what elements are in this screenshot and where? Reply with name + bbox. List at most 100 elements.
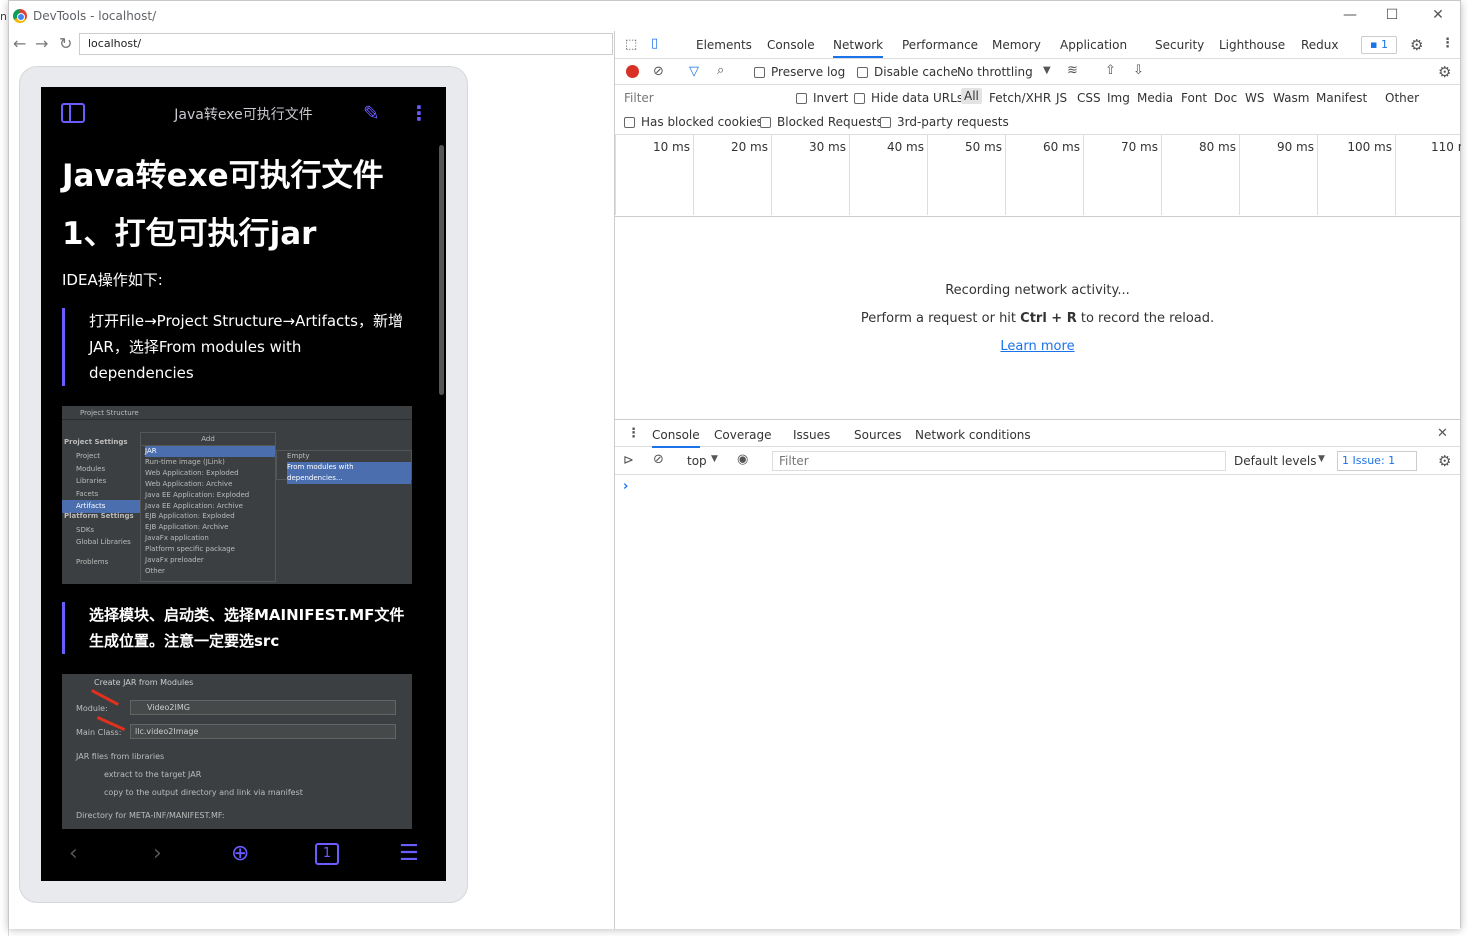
drawer-tab-coverage[interactable]: Coverage — [714, 428, 772, 442]
forward-icon[interactable]: → — [35, 34, 48, 53]
shot1-menu-item: JAR — [145, 446, 275, 457]
type-filter-other[interactable]: Other — [1385, 91, 1419, 105]
timeline-tick: 10 ms — [615, 135, 693, 215]
preserve-log-checkbox[interactable] — [754, 67, 765, 78]
type-filter-ws[interactable]: WS — [1245, 91, 1264, 105]
console-settings-icon[interactable]: ⚙ — [1438, 452, 1451, 470]
menu-icon[interactable]: ☰ — [399, 841, 419, 866]
title-bar: DevTools - localhost/ — ☐ ✕ — [9, 1, 1460, 31]
console-issues-button[interactable]: 1 Issue: 1 — [1337, 451, 1417, 471]
blocked-requests-checkbox[interactable] — [760, 117, 771, 128]
record-icon[interactable] — [626, 65, 639, 78]
chevron-down-icon[interactable]: ▼ — [1043, 65, 1051, 76]
shot1-menu-item: Other — [145, 566, 165, 575]
third-party-checkbox[interactable] — [880, 117, 891, 128]
add-tab-icon[interactable]: ⊕ — [231, 841, 249, 866]
window-title: DevTools - localhost/ — [33, 9, 157, 23]
blocked-cookies-label: Has blocked cookies — [641, 115, 763, 129]
throttling-select[interactable]: No throttling — [957, 65, 1033, 79]
type-filter-img[interactable]: Img — [1107, 91, 1130, 105]
tab-count-button[interactable]: 1 — [315, 843, 339, 865]
drawer-tab-console[interactable]: Console — [652, 428, 700, 448]
filter-icon[interactable]: ▽ — [689, 64, 699, 79]
type-filter-all[interactable]: All — [961, 88, 982, 104]
timeline-tick-label: 60 ms — [1042, 140, 1080, 154]
chevron-down-icon[interactable]: ▼ — [1318, 454, 1325, 464]
type-filter-fetch[interactable]: Fetch/XHR — [989, 91, 1051, 105]
timeline-tick-label: 110 ms — [1431, 140, 1461, 154]
import-har-icon[interactable]: ⇧ — [1105, 63, 1116, 78]
type-filter-manifest[interactable]: Manifest — [1316, 91, 1367, 105]
context-select[interactable]: top — [687, 454, 707, 468]
search-icon[interactable]: ⌕ — [717, 63, 724, 78]
tab-lighthouse[interactable]: Lighthouse — [1219, 38, 1285, 52]
timeline-tick: 90 ms — [1239, 135, 1317, 215]
timeline-tick-label: 40 ms — [886, 140, 924, 154]
back-icon[interactable]: ← — [13, 34, 26, 53]
shot1-sidebar-item: Modules — [76, 464, 106, 473]
shot1-menu-item: Platform specific package — [145, 545, 235, 554]
type-filter-media[interactable]: Media — [1137, 91, 1173, 105]
console-prompt-icon[interactable]: › — [623, 479, 628, 494]
shot1-sidebar-item: Project — [76, 452, 100, 460]
shot1-sidebar-header: Project Settings — [64, 438, 128, 446]
close-drawer-icon[interactable]: ✕ — [1437, 426, 1448, 441]
console-toolbar: ⊳ ⊘ top ▼ ◉ Filter Default levels ▼ 1 Is… — [615, 447, 1460, 475]
tab-memory[interactable]: Memory — [992, 38, 1041, 52]
device-toolbar-icon[interactable]: ▯ — [651, 36, 658, 51]
tab-redux[interactable]: Redux — [1301, 38, 1339, 52]
tab-security[interactable]: Security — [1155, 38, 1204, 52]
disable-cache-label: Disable cache — [874, 65, 958, 79]
export-har-icon[interactable]: ⇩ — [1133, 63, 1144, 78]
type-filter-js[interactable]: JS — [1056, 91, 1067, 105]
drawer-menu-icon[interactable]: ⋮ — [627, 426, 640, 441]
back-nav-icon[interactable]: ‹ — [69, 841, 78, 866]
issues-badge[interactable]: ▪ 1 — [1361, 36, 1397, 54]
network-conditions-icon[interactable]: ≋ — [1067, 63, 1078, 78]
tab-performance[interactable]: Performance — [902, 38, 978, 52]
live-expression-icon[interactable]: ◉ — [737, 452, 748, 467]
network-settings-icon[interactable]: ⚙ — [1438, 63, 1451, 81]
timeline-tick: 60 ms — [1005, 135, 1083, 215]
hide-data-urls-checkbox[interactable] — [854, 93, 865, 104]
drawer-tab-issues[interactable]: Issues — [793, 428, 830, 442]
edit-icon[interactable]: ✎ — [363, 101, 380, 125]
type-filter-font[interactable]: Font — [1181, 91, 1207, 105]
maximize-icon[interactable]: ☐ — [1382, 7, 1402, 23]
close-icon[interactable]: ✕ — [1428, 7, 1448, 23]
tab-console[interactable]: Console — [767, 38, 815, 52]
clear-icon[interactable]: ⊘ — [653, 64, 664, 79]
settings-icon[interactable]: ⚙ — [1410, 36, 1423, 54]
more-options-icon[interactable]: ⋮ — [1441, 36, 1454, 51]
app-bar: Java转exe可执行文件 ✎ ⋮ — [41, 87, 446, 139]
reload-icon[interactable]: ↻ — [59, 34, 72, 53]
clear-console-icon[interactable]: ⊘ — [653, 452, 664, 467]
learn-more-link[interactable]: Learn more — [615, 339, 1460, 354]
shot2-option-2: copy to the output directory and link vi… — [104, 788, 303, 797]
console-filter-input[interactable]: Filter — [772, 451, 1226, 471]
network-timeline: 10 ms 20 ms 30 ms 40 ms 50 ms 60 ms 70 m… — [615, 135, 1461, 217]
log-levels-select[interactable]: Default levels — [1234, 454, 1316, 468]
shot1-title: Project Structure — [62, 406, 412, 420]
inspect-icon[interactable]: ⬚ — [625, 37, 637, 52]
type-filter-wasm[interactable]: Wasm — [1273, 91, 1309, 105]
filter-input[interactable]: Filter — [620, 89, 792, 107]
disable-cache-checkbox[interactable] — [857, 67, 868, 78]
tab-elements[interactable]: Elements — [696, 38, 752, 52]
sidebar-toggle-icon[interactable]: ⊳ — [623, 453, 634, 468]
blocked-cookies-checkbox[interactable] — [624, 117, 635, 128]
minimize-icon[interactable]: — — [1340, 7, 1360, 23]
invert-checkbox[interactable] — [796, 93, 807, 104]
scrollbar[interactable] — [439, 145, 444, 395]
forward-nav-icon[interactable]: › — [153, 841, 162, 866]
chevron-down-icon[interactable]: ▼ — [711, 454, 718, 464]
tab-application[interactable]: Application — [1060, 38, 1127, 52]
type-filter-doc[interactable]: Doc — [1214, 91, 1237, 105]
address-bar[interactable]: localhost/ — [79, 33, 613, 55]
more-menu-icon[interactable]: ⋮ — [409, 101, 429, 125]
drawer-tab-network-conditions[interactable]: Network conditions — [915, 428, 1031, 442]
type-filter-css[interactable]: CSS — [1077, 91, 1101, 105]
timeline-tick-label: 30 ms — [808, 140, 846, 154]
tab-network[interactable]: Network — [833, 38, 884, 58]
drawer-tab-sources[interactable]: Sources — [854, 428, 901, 442]
